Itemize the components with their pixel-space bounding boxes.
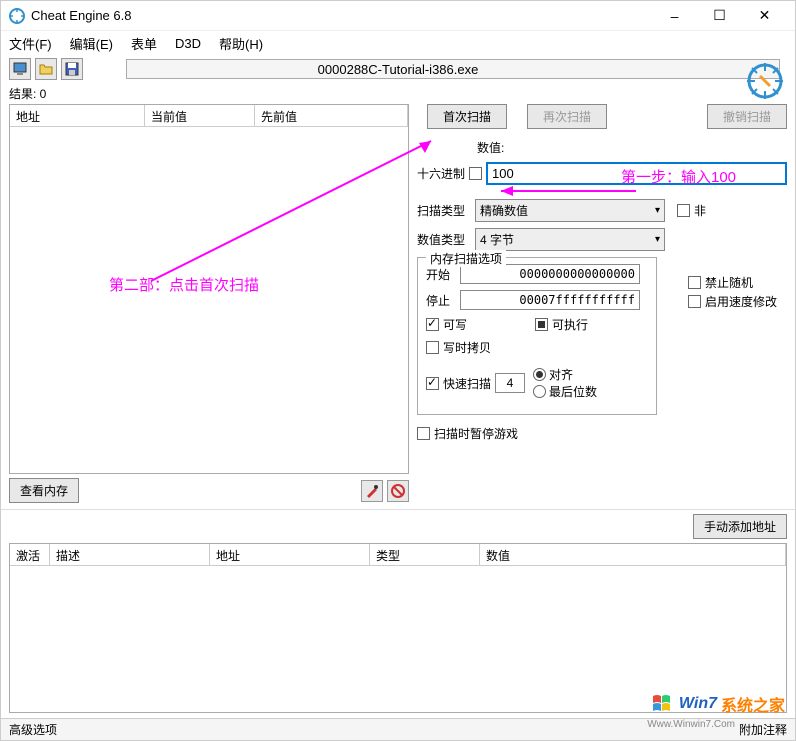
menu-help[interactable]: 帮助(H): [219, 34, 263, 53]
hex-label: 十六进制: [417, 165, 465, 182]
window-title: Cheat Engine 6.8: [31, 8, 652, 23]
memory-scan-options: 内存扫描选项 开始 停止 可写 可执行 写: [417, 257, 657, 415]
aligned-radio[interactable]: [533, 368, 546, 381]
value-type-label: 数值类型: [417, 231, 471, 248]
scan-type-label: 扫描类型: [417, 202, 471, 219]
minimize-button[interactable]: –: [652, 2, 697, 30]
fast-scan-label: 快速扫描: [443, 375, 491, 392]
col-active[interactable]: 激活: [10, 544, 50, 565]
results-table[interactable]: 地址 当前值 先前值: [9, 104, 409, 474]
cow-label: 写时拷贝: [443, 339, 491, 356]
not-label: 非: [694, 202, 706, 219]
chevron-down-icon: ▾: [655, 234, 660, 245]
scan-type-dropdown[interactable]: 精确数值▾: [475, 199, 665, 222]
fast-scan-checkbox[interactable]: [426, 377, 439, 390]
window-titlebar: Cheat Engine 6.8 – ☐ ✕: [1, 1, 795, 31]
undo-scan-button: 撤销扫描: [707, 104, 787, 129]
executable-checkbox[interactable]: [535, 318, 548, 331]
value-input[interactable]: [486, 162, 787, 185]
col-address[interactable]: 地址: [10, 105, 145, 126]
col-type[interactable]: 类型: [370, 544, 480, 565]
mem-options-title: 内存扫描选项: [426, 250, 506, 267]
first-scan-button[interactable]: 首次扫描: [427, 104, 507, 129]
address-list[interactable]: 激活 描述 地址 类型 数值: [9, 543, 787, 713]
clear-list-icon[interactable]: [387, 480, 409, 502]
watermark: Win7系统之家: [651, 692, 785, 716]
results-count: 结果: 0: [1, 83, 795, 104]
value-label: 数值:: [477, 139, 504, 156]
value-type-dropdown[interactable]: 4 字节▾: [475, 228, 665, 251]
stop-label: 停止: [426, 292, 456, 309]
start-label: 开始: [426, 266, 456, 283]
hex-checkbox[interactable]: [469, 167, 482, 180]
maximize-button[interactable]: ☐: [697, 2, 742, 30]
windows-flag-icon: [651, 692, 675, 716]
col-value[interactable]: 数值: [480, 544, 786, 565]
settings-icon[interactable]: [745, 61, 785, 101]
speedhack-checkbox[interactable]: [688, 295, 701, 308]
alignment-input[interactable]: [495, 373, 525, 393]
view-memory-button[interactable]: 查看内存: [9, 478, 79, 503]
start-input[interactable]: [460, 264, 640, 284]
address-list-header: 激活 描述 地址 类型 数值: [10, 544, 786, 566]
not-checkbox[interactable]: [677, 204, 690, 217]
window-controls: – ☐ ✕: [652, 2, 787, 30]
cow-checkbox[interactable]: [426, 341, 439, 354]
open-process-button[interactable]: [9, 58, 31, 80]
pause-game-checkbox[interactable]: [417, 427, 430, 440]
col-current[interactable]: 当前值: [145, 105, 255, 126]
stop-input[interactable]: [460, 290, 640, 310]
save-button[interactable]: [61, 58, 83, 80]
col-addr[interactable]: 地址: [210, 544, 370, 565]
app-icon: [9, 8, 25, 24]
menu-file[interactable]: 文件(F): [9, 34, 52, 53]
menubar: 文件(F) 编辑(E) 表单 D3D 帮助(H): [1, 31, 795, 55]
chevron-down-icon: ▾: [655, 205, 660, 216]
last-digits-radio[interactable]: [533, 385, 546, 398]
advanced-tools-icon[interactable]: [361, 480, 383, 502]
no-random-checkbox[interactable]: [688, 276, 701, 289]
add-address-button[interactable]: 手动添加地址: [693, 514, 787, 539]
col-desc[interactable]: 描述: [50, 544, 210, 565]
menu-table[interactable]: 表单: [131, 34, 157, 53]
next-scan-button: 再次扫描: [527, 104, 607, 129]
col-previous[interactable]: 先前值: [255, 105, 408, 126]
writable-label: 可写: [443, 316, 467, 333]
writable-checkbox[interactable]: [426, 318, 439, 331]
side-options: 禁止随机 启用速度修改: [688, 274, 777, 312]
toolbar: 0000288C-Tutorial-i386.exe: [1, 55, 795, 83]
results-header: 地址 当前值 先前值: [10, 105, 408, 127]
executable-label: 可执行: [552, 316, 588, 333]
process-name: 0000288C-Tutorial-i386.exe: [318, 62, 479, 77]
open-file-button[interactable]: [35, 58, 57, 80]
watermark-url: Www.Winwin7.Com: [647, 719, 735, 730]
pause-game-label: 扫描时暂停游戏: [434, 425, 518, 442]
advanced-options[interactable]: 高级选项: [9, 721, 57, 738]
close-button[interactable]: ✕: [742, 2, 787, 30]
menu-edit[interactable]: 编辑(E): [70, 34, 113, 53]
attach-comment[interactable]: 附加注释: [739, 721, 787, 738]
menu-d3d[interactable]: D3D: [175, 36, 201, 51]
